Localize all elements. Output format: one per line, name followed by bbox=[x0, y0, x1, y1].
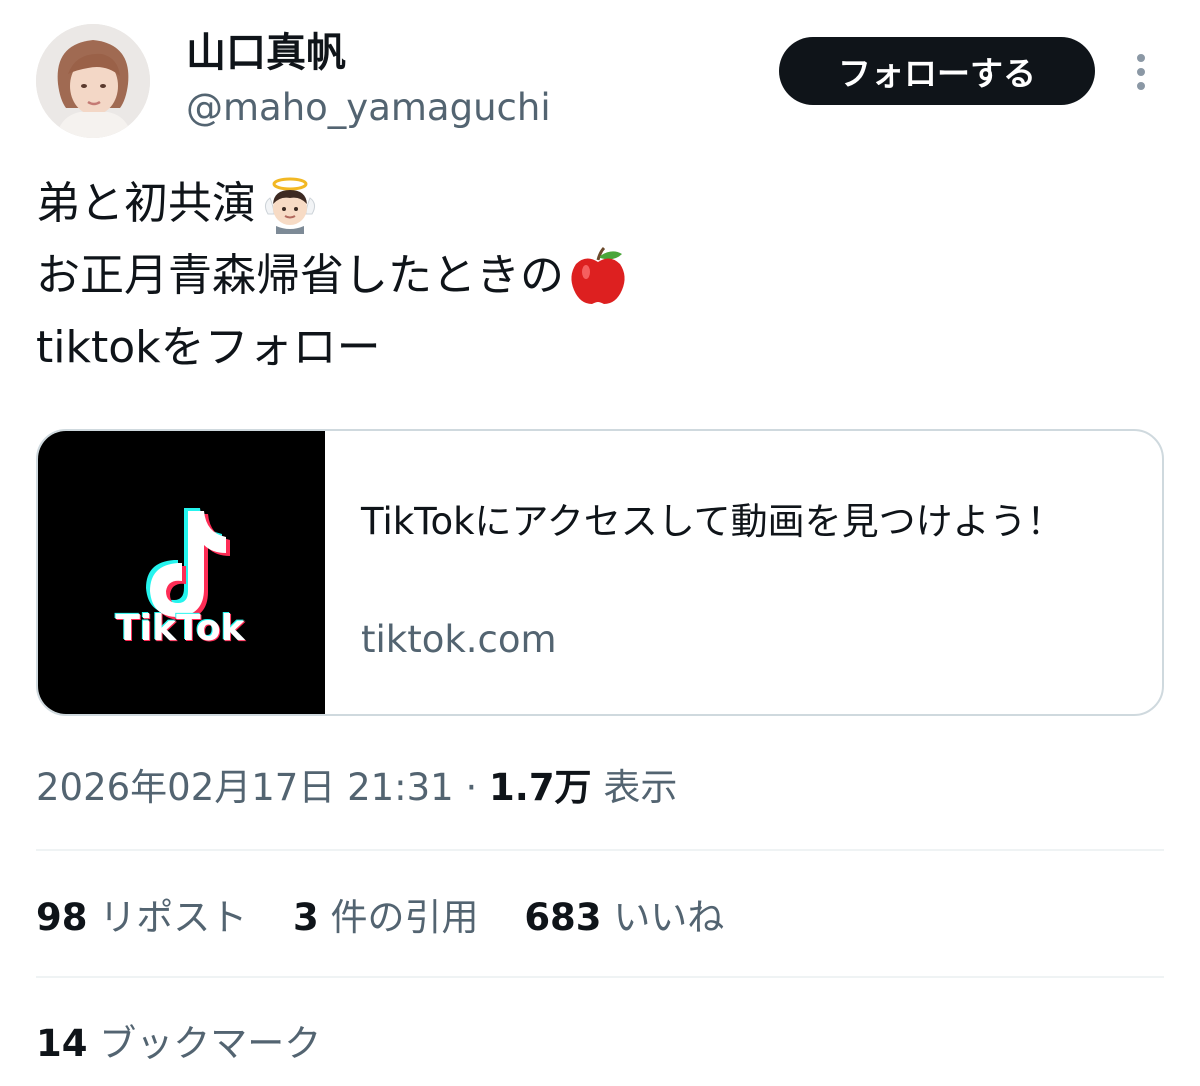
author-handle[interactable]: @maho_yamaguchi bbox=[186, 84, 551, 132]
bookmarks-label: ブックマーク bbox=[99, 1022, 322, 1065]
engagement-stats: 98 リポスト 3 件の引用 683 いいね bbox=[36, 892, 758, 944]
divider bbox=[36, 976, 1164, 978]
meta-separator: · bbox=[465, 766, 478, 809]
tweet-line-2: お正月青森帰省したときの bbox=[36, 240, 628, 312]
tweet-text: 弟と初共演 お正月青森帰省したときの tiktokをフォロー bbox=[36, 168, 628, 384]
views-label: 表示 bbox=[603, 766, 678, 809]
author-display-name[interactable]: 山口真帆 bbox=[186, 28, 346, 78]
more-options-icon[interactable] bbox=[1126, 50, 1156, 94]
tiktok-logo-icon: TikTok TikTok TikTok bbox=[114, 508, 247, 650]
avatar-photo bbox=[36, 24, 150, 138]
quotes-count: 3 bbox=[293, 896, 319, 939]
likes-count: 683 bbox=[524, 896, 602, 939]
reposts-count: 98 bbox=[36, 896, 88, 939]
angel-emoji-icon bbox=[264, 177, 316, 234]
bookmarks-count: 14 bbox=[36, 1022, 88, 1065]
card-thumbnail: TikTok TikTok TikTok bbox=[38, 431, 325, 714]
timestamp[interactable]: 2026年02月17日 21:31 bbox=[36, 766, 454, 809]
likes-label: いいね bbox=[613, 896, 725, 939]
quotes-stat[interactable]: 3 件の引用 bbox=[293, 896, 490, 939]
card-domain: tiktok.com bbox=[361, 618, 557, 661]
card-title[interactable]: TikTokにアクセスして動画を見つけよう！ bbox=[361, 491, 1121, 553]
tweet-line-1: 弟と初共演 bbox=[36, 168, 628, 240]
tweet-meta: 2026年02月17日 21:31 · 1.7万 表示 bbox=[36, 762, 677, 814]
avatar[interactable] bbox=[36, 24, 150, 138]
views-count: 1.7万 bbox=[489, 766, 592, 809]
bookmarks-stat[interactable]: 14 ブックマーク bbox=[36, 1018, 321, 1070]
divider bbox=[36, 849, 1164, 851]
tweet-line-text: tiktokをフォロー bbox=[36, 322, 381, 373]
follow-button[interactable]: フォローする bbox=[779, 37, 1095, 105]
link-preview-card[interactable]: TikTok TikTok TikTok TikTokにアクセスして動画を見つけ… bbox=[36, 429, 1164, 716]
red-apple-emoji-icon bbox=[571, 246, 625, 304]
reposts-stat[interactable]: 98 リポスト bbox=[36, 896, 259, 939]
likes-stat[interactable]: 683 いいね bbox=[524, 896, 724, 939]
tiktok-logo-text: TikTok bbox=[115, 608, 245, 649]
quotes-label: 件の引用 bbox=[330, 896, 479, 939]
tweet-line-text: お正月青森帰省したときの bbox=[36, 250, 564, 301]
reposts-label: リポスト bbox=[99, 896, 248, 939]
tweet-line-3: tiktokをフォロー bbox=[36, 312, 628, 384]
tweet-line-text: 弟と初共演 bbox=[36, 178, 256, 229]
